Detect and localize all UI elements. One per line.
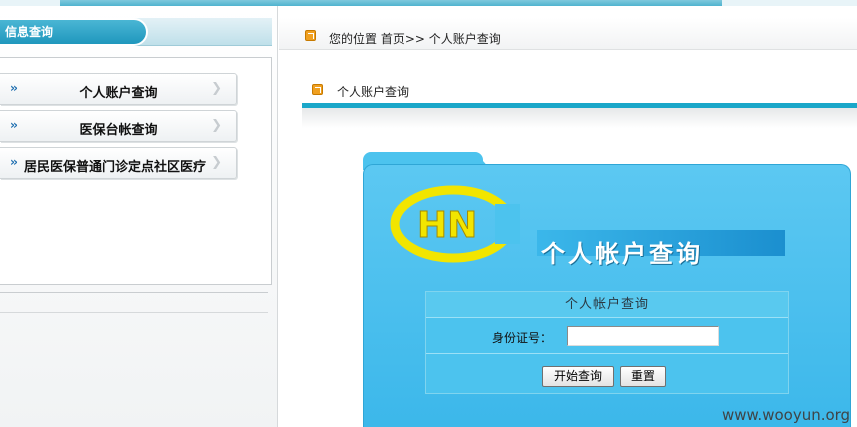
sidebar-item-medical-ledger[interactable]: ›› 医保台帐查询 ❯: [0, 110, 237, 142]
hn-logo: HN: [390, 185, 520, 263]
reset-button[interactable]: 重置: [620, 366, 666, 387]
sidebar-header: 信息查询: [0, 18, 272, 46]
id-number-label: 身份证号：: [492, 331, 553, 345]
sidebar-tab-info-query[interactable]: 信息查询: [0, 18, 148, 46]
double-chevron-icon: ››: [10, 155, 18, 169]
id-number-input[interactable]: [567, 326, 719, 346]
section-header: 个人账户查询: [302, 78, 857, 106]
sidebar-item-label: 个人账户查询: [79, 86, 158, 101]
sidebar-item-label: 医保台帐查询: [79, 123, 158, 138]
watermark: www.wooyun.org: [722, 406, 851, 424]
section-title: 个人账户查询: [337, 85, 410, 99]
breadcrumb: 您的位置 首页>> 个人账户查询: [279, 18, 857, 50]
sidebar-menu: ›› 个人账户查询 ❯ ›› 医保台帐查询 ❯ ›› 居民医保普通门诊定点社区医…: [0, 57, 272, 285]
section-shadow: [302, 108, 857, 128]
sidebar-item-community-clinic[interactable]: ›› 居民医保普通门诊定点社区医疗 ❯: [0, 147, 237, 179]
divider: [0, 312, 268, 313]
logo-text: HN: [417, 205, 477, 246]
card-banner-title: 个人帐户查询: [541, 240, 703, 268]
breadcrumb-text: 您的位置 首页>> 个人账户查询: [329, 32, 501, 46]
section-icon: [312, 84, 323, 95]
divider: [0, 292, 268, 293]
sidebar-item-label: 居民医保普通门诊定点社区医疗: [24, 160, 207, 175]
chevron-right-icon: ❯: [211, 155, 222, 170]
main-content: 您的位置 首页>> 个人账户查询 个人账户查询 HN 个人帐户查询 个人帐户查询…: [279, 6, 857, 427]
query-form: 个人帐户查询 身份证号： 开始查询 重置: [425, 291, 789, 394]
start-query-button[interactable]: 开始查询: [542, 366, 614, 387]
chevron-right-icon: ❯: [211, 81, 222, 96]
form-row-id: 身份证号：: [426, 318, 788, 354]
form-title: 个人帐户查询: [426, 292, 788, 318]
location-icon: [305, 30, 316, 41]
form-row-buttons: 开始查询 重置: [426, 354, 788, 393]
chevron-right-icon: ❯: [211, 118, 222, 133]
sidebar-item-personal-account[interactable]: ›› 个人账户查询 ❯: [0, 73, 237, 105]
left-sidebar: 信息查询 ›› 个人账户查询 ❯ ›› 医保台帐查询 ❯ ›› 居民医保普通门诊…: [0, 6, 278, 427]
